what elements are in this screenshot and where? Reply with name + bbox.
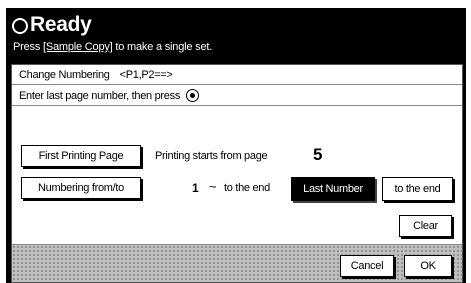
status-indicator-icon [12, 18, 28, 34]
ok-button[interactable]: OK [404, 255, 452, 277]
status-header: Ready Press [Sample Copy] to make a sing… [6, 8, 466, 64]
start-page-value: 5 [313, 145, 323, 164]
range-end-text: to the end [224, 182, 270, 194]
to-the-end-button[interactable]: to the end [382, 177, 453, 201]
sample-copy-key-label: [Sample Copy] [42, 41, 113, 53]
printing-starts-label: Printing starts from page [155, 150, 268, 162]
enter-key-icon [186, 89, 200, 102]
cancel-button[interactable]: Cancel [340, 255, 394, 277]
instruction-prefix: Press [13, 41, 43, 53]
range-start-value: 1 [192, 181, 199, 195]
prompt-row: Enter last page number, then press [12, 86, 462, 106]
last-number-button[interactable]: Last Number [291, 177, 375, 201]
copier-display: Ready Press [Sample Copy] to make a sing… [6, 8, 466, 283]
instruction-text: Press [Sample Copy] to make a single set… [13, 41, 212, 53]
dialog-title: Change Numbering [19, 68, 110, 81]
instruction-suffix: to make a single set. [112, 41, 213, 53]
status-line: Ready [12, 10, 92, 40]
footer-bar [12, 244, 462, 282]
change-numbering-panel: Change Numbering <P1,P2==> Enter last pa… [11, 64, 463, 283]
dialog-title-row: Change Numbering <P1,P2==> [12, 65, 462, 85]
range-tilde: ~ [209, 179, 217, 194]
dialog-title-range: <P1,P2==> [119, 68, 173, 81]
numbering-from-to-button[interactable]: Numbering from/to [21, 177, 141, 199]
clear-button[interactable]: Clear [399, 215, 452, 237]
status-text: Ready [30, 13, 92, 36]
prompt-text: Enter last page number, then press [19, 89, 181, 102]
first-printing-page-button[interactable]: First Printing Page [21, 145, 141, 167]
